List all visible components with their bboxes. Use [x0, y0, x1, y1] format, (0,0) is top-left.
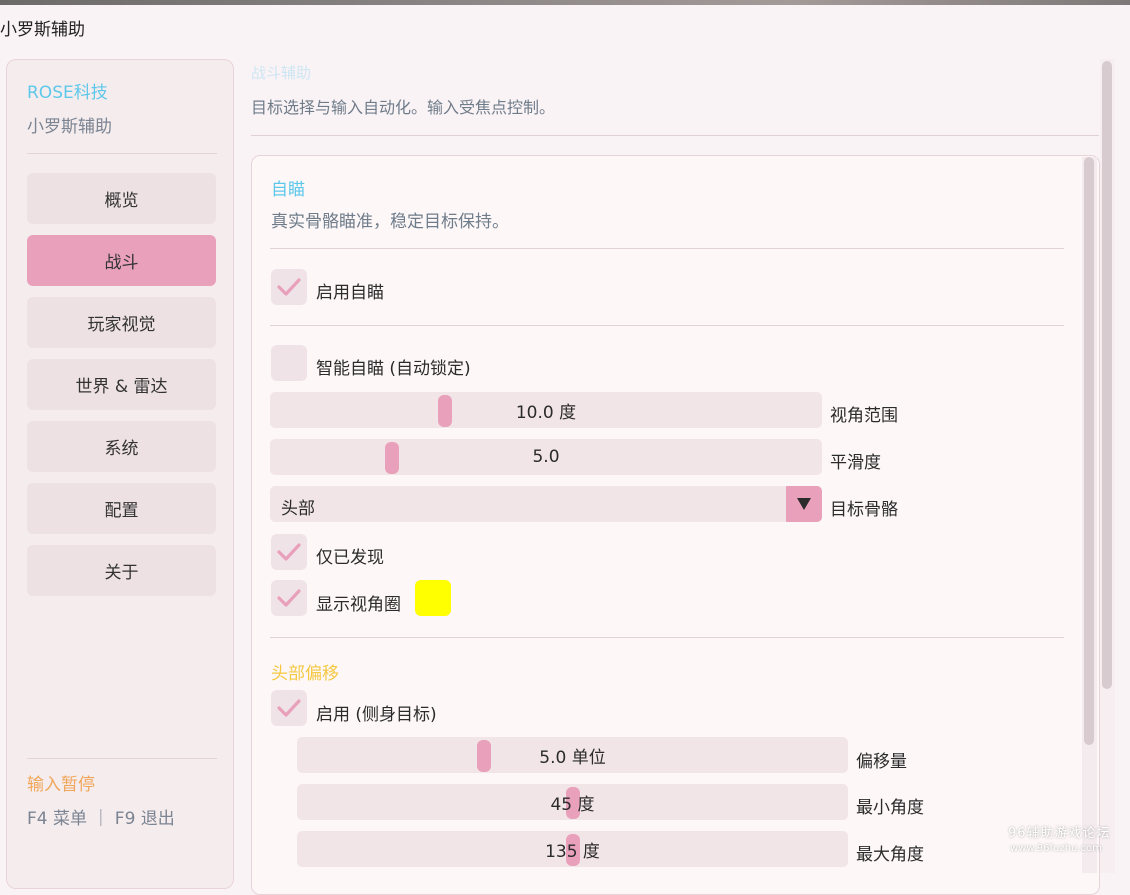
min-angle-value: 45 度	[550, 794, 595, 815]
panel-scrollbar-thumb[interactable]	[1084, 157, 1094, 745]
panel-scrollbar[interactable]	[1082, 157, 1097, 873]
watermark-url: www.96fuzhu.com	[1010, 843, 1102, 854]
sidebar-item-player-visuals[interactable]: 玩家视觉	[27, 297, 216, 348]
window-title: 小罗斯辅助	[0, 20, 85, 40]
sidebar-divider	[27, 153, 217, 154]
page-scrollbar-thumb[interactable]	[1102, 61, 1112, 689]
check-icon	[277, 278, 301, 296]
check-icon	[277, 589, 301, 607]
smoothness-slider-value: 5.0	[532, 447, 560, 467]
aimbot-section-description: 真实骨骼瞄准，稳定目标保持。	[271, 212, 509, 232]
input-paused-status: 输入暂停	[27, 775, 95, 795]
target-bone-value: 头部	[281, 499, 315, 519]
head-offset-section-title: 头部偏移	[271, 664, 339, 684]
smoothness-slider-handle[interactable]	[385, 442, 399, 474]
sidebar-divider-bottom	[27, 758, 217, 759]
watermark-text: 96辅助游戏论坛	[1008, 826, 1111, 841]
visible-only-label: 仅已发现	[316, 548, 384, 568]
smart-aimbot-label: 智能自瞄 (自动锁定)	[316, 359, 471, 379]
sidebar: ROSE科技 小罗斯辅助 概览 战斗 玩家视觉 世界 & 雷达 系统 配置 关于…	[6, 59, 234, 889]
section-divider	[270, 637, 1064, 638]
target-bone-label: 目标骨骼	[830, 500, 898, 520]
dropdown-arrow-icon[interactable]	[786, 486, 822, 522]
check-icon	[277, 699, 301, 717]
min-angle-label: 最小角度	[856, 798, 924, 818]
window-top-strip	[0, 0, 1130, 5]
head-offset-enable-checkbox[interactable]	[271, 690, 307, 726]
sidebar-item-config[interactable]: 配置	[27, 483, 216, 534]
offset-amount-slider[interactable]: 5.0 单位	[297, 737, 848, 773]
fov-slider-value: 10.0 度	[515, 402, 577, 423]
brand-subtitle: 小罗斯辅助	[27, 117, 112, 137]
max-angle-value: 135 度	[545, 841, 600, 862]
head-offset-enable-label: 启用 (侧身目标)	[316, 705, 437, 725]
sidebar-item-overview[interactable]: 概览	[27, 173, 216, 224]
page-title: 战斗辅助	[251, 64, 312, 82]
max-angle-slider[interactable]: 135 度	[297, 831, 848, 867]
section-divider	[270, 325, 1064, 326]
fov-circle-color-swatch[interactable]	[415, 580, 451, 616]
target-bone-select[interactable]: 头部	[270, 486, 822, 522]
visible-only-checkbox[interactable]	[271, 534, 307, 570]
smoothness-label: 平滑度	[830, 453, 881, 473]
check-icon	[277, 543, 301, 561]
smart-aimbot-checkbox[interactable]	[271, 345, 307, 381]
min-angle-slider[interactable]: 45 度	[297, 784, 848, 820]
sidebar-item-about[interactable]: 关于	[27, 545, 216, 596]
offset-amount-value: 5.0 单位	[539, 747, 606, 768]
header-divider	[251, 135, 1099, 136]
hotkey-hint: F4 菜单 ｜ F9 退出	[27, 809, 175, 829]
offset-amount-slider-handle[interactable]	[477, 740, 491, 772]
enable-aimbot-checkbox[interactable]	[271, 269, 307, 305]
smoothness-slider[interactable]: 5.0	[270, 439, 822, 475]
section-divider	[270, 248, 1064, 249]
fov-slider[interactable]: 10.0 度	[270, 392, 822, 428]
sidebar-item-combat[interactable]: 战斗	[27, 235, 216, 286]
offset-amount-label: 偏移量	[856, 752, 907, 772]
enable-aimbot-label: 启用自瞄	[316, 283, 384, 303]
sidebar-item-world-radar[interactable]: 世界 & 雷达	[27, 359, 216, 410]
page-subtitle: 目标选择与输入自动化。输入受焦点控制。	[251, 98, 556, 117]
fov-label: 视角范围	[830, 406, 898, 426]
fov-slider-handle[interactable]	[438, 395, 452, 427]
max-angle-label: 最大角度	[856, 845, 924, 865]
page-scrollbar[interactable]	[1100, 59, 1115, 873]
aimbot-section-title: 自瞄	[271, 180, 305, 200]
show-fov-circle-checkbox[interactable]	[271, 580, 307, 616]
brand-name: ROSE科技	[27, 83, 108, 103]
sidebar-item-system[interactable]: 系统	[27, 421, 216, 472]
show-fov-circle-label: 显示视角圈	[316, 595, 401, 615]
